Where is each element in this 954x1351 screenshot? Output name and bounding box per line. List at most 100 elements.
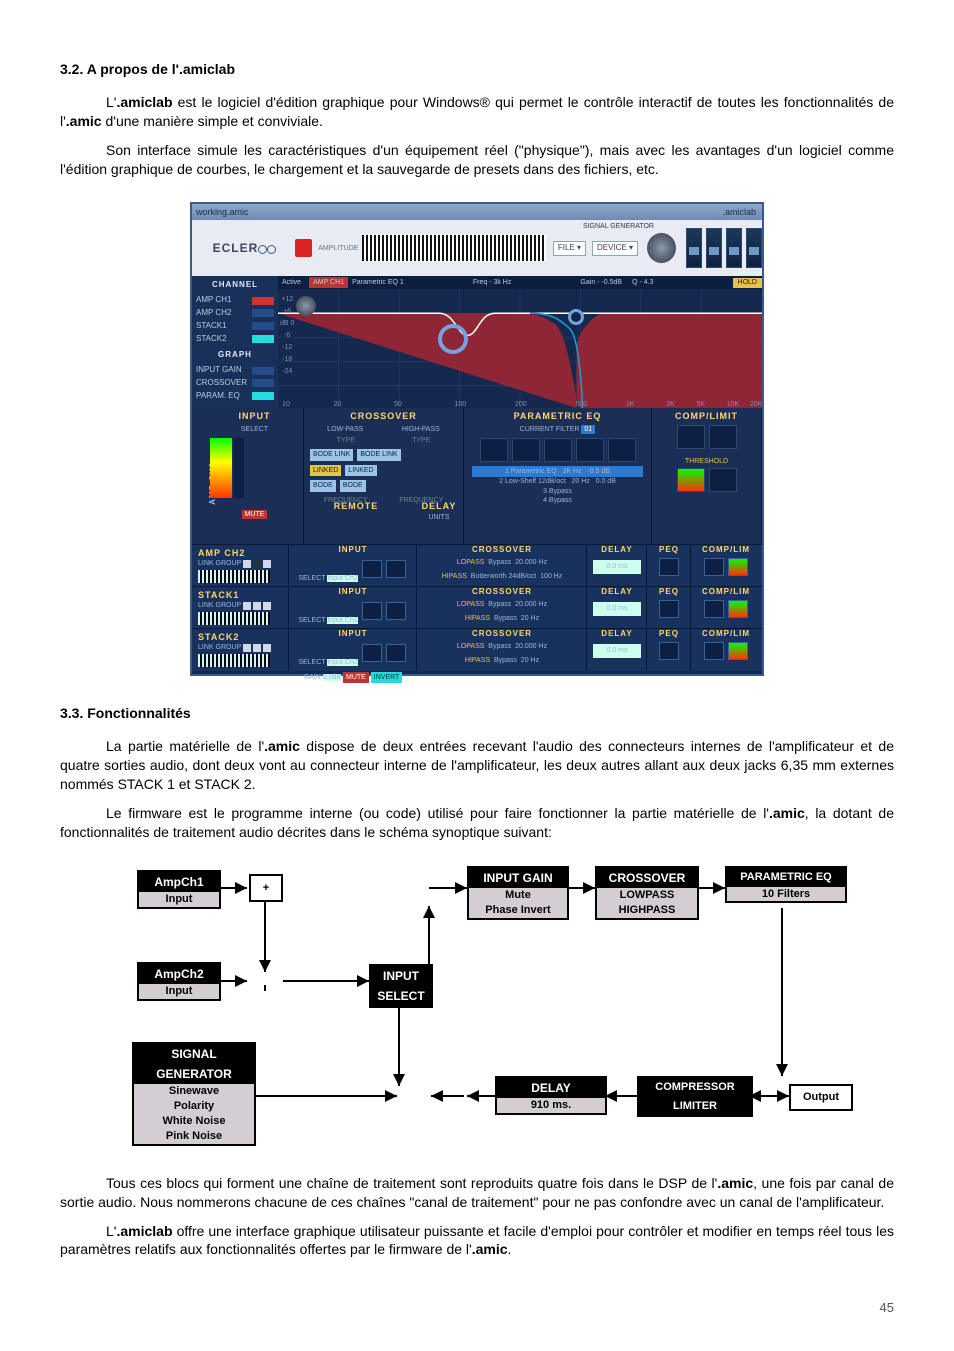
device-dropdown[interactable]: DEVICE ▾ xyxy=(592,241,638,256)
q-readout: Q - 4.3 xyxy=(622,278,663,287)
tiny-knob[interactable] xyxy=(362,644,382,662)
seg-title: CROSSOVER xyxy=(417,629,587,640)
mute-chip[interactable]: MUTE xyxy=(343,672,369,683)
peq-icon[interactable] xyxy=(659,600,679,618)
level-meter xyxy=(362,235,546,261)
gr-meter xyxy=(677,468,705,492)
db-scale: +12+6dB 0-6-12-18-24 xyxy=(280,294,294,378)
tiny-knob[interactable] xyxy=(362,560,382,578)
comp-knob[interactable] xyxy=(709,425,737,449)
delay-value[interactable]: 0.0 ms xyxy=(593,644,641,657)
strip-delay: DELAY0.0 ms xyxy=(586,545,647,587)
eq-knob[interactable] xyxy=(480,438,508,462)
invert-chip[interactable]: INVERT xyxy=(371,672,403,683)
sel-label: SELECT xyxy=(298,575,325,582)
delay-value[interactable]: 0.0 ms xyxy=(593,602,641,615)
mute-button[interactable]: MUTE xyxy=(242,510,268,519)
t: Le firmware est le programme interne (ou… xyxy=(106,805,769,821)
amiclab-badge: .amiclab xyxy=(722,204,756,220)
eq-plot[interactable]: Active AMP CH1 Parametric EQ 1 Freq - 3k… xyxy=(278,276,762,408)
type-value: Butterworth 24dB/oct xyxy=(471,573,536,580)
crossover-box: CROSSOVER LOWPASS HIGHPASS xyxy=(595,866,699,920)
ampch2-box: AmpCh2 Input xyxy=(137,962,221,1001)
bodelink-chip[interactable]: BODE LINK xyxy=(357,449,400,460)
sel-value[interactable]: Input Ch2 xyxy=(327,575,357,582)
para-3-2-2: Son interface simule les caractéristique… xyxy=(60,141,894,179)
link-group[interactable]: LINK GROUP xyxy=(198,643,271,652)
eq-row[interactable]: 2 Low-Shelf 12dB/oct 20 Hz 0.0 dB xyxy=(472,477,643,486)
type-value: Bypass xyxy=(488,559,511,566)
aside-row[interactable]: AMP CH2 xyxy=(196,308,274,319)
t: d'une manière simple et conviviale. xyxy=(102,113,323,129)
amic-ref: .amic xyxy=(717,1175,753,1191)
svg-text:50: 50 xyxy=(394,401,402,408)
input-fader-track[interactable] xyxy=(234,438,244,498)
eq-knob[interactable] xyxy=(544,438,572,462)
aside-label: AMP CH1 xyxy=(196,295,231,306)
comp-icon[interactable] xyxy=(704,642,724,660)
aside-row[interactable]: PARAM. EQ xyxy=(196,391,274,402)
aside-row[interactable]: AMP CH1 xyxy=(196,295,274,306)
window-title: working.amic xyxy=(196,207,249,217)
strip-delay: DELAY 0.0 ms xyxy=(586,587,647,629)
tiny-knob[interactable] xyxy=(386,644,406,662)
link-group-label: LINK GROUP xyxy=(198,601,241,610)
seg-title: PEQ xyxy=(647,629,691,640)
box-title-l2: LIMITER xyxy=(639,1097,751,1116)
aside-row[interactable]: STACK2 xyxy=(196,334,274,345)
comp-knob[interactable] xyxy=(677,425,705,449)
strip-peq: PEQ xyxy=(646,587,691,629)
eq-knob[interactable] xyxy=(576,438,604,462)
tiny-knob[interactable] xyxy=(362,602,382,620)
link-box xyxy=(253,560,261,568)
aside-row[interactable]: INPUT GAIN xyxy=(196,365,274,376)
fader[interactable] xyxy=(686,228,702,268)
switch-icon xyxy=(252,309,274,317)
strip-meter xyxy=(198,612,270,625)
tiny-knob[interactable] xyxy=(386,560,406,578)
link-group[interactable]: LINK GROUP xyxy=(198,601,271,610)
fader[interactable] xyxy=(706,228,722,268)
peq-icon[interactable] xyxy=(659,642,679,660)
gr-icon xyxy=(728,558,748,576)
tiny-knob[interactable] xyxy=(386,602,406,620)
linked-chip[interactable]: LINKED xyxy=(310,465,341,476)
hold-button[interactable]: HOLD xyxy=(733,278,762,288)
bodelink-chip[interactable]: BODE LINK xyxy=(310,449,353,460)
seg-title: CROSSOVER xyxy=(417,545,587,556)
fader[interactable] xyxy=(726,228,742,268)
bode-chip[interactable]: BODE xyxy=(340,480,366,491)
gain-value[interactable]: 0.0dB xyxy=(323,674,341,681)
eq-knob[interactable] xyxy=(608,438,636,462)
link-group[interactable]: LINK GROUP xyxy=(198,559,271,568)
brand-text: ECLER xyxy=(213,241,259,255)
eq-knob[interactable] xyxy=(512,438,540,462)
eq-row-active[interactable]: 1 Parametric EQ 3K Hz -0.5 dB xyxy=(472,466,643,477)
file-dropdown[interactable]: FILE ▾ xyxy=(553,241,586,256)
eq-row[interactable]: 3 Bypass xyxy=(472,487,643,496)
filter-num[interactable]: 01 xyxy=(581,425,595,434)
delay-title: DELAY xyxy=(410,500,468,512)
page-number: 45 xyxy=(880,1299,894,1317)
aside-row[interactable]: STACK1 xyxy=(196,321,274,332)
para-3-3-1: La partie matérielle de l'.amic dispose … xyxy=(60,737,894,794)
lopass-label: LOPASS xyxy=(457,559,485,566)
fader[interactable] xyxy=(746,228,762,268)
comp-knob[interactable] xyxy=(709,468,737,492)
aside-row[interactable]: CROSSOVER xyxy=(196,378,274,389)
siggen-knob[interactable] xyxy=(647,233,676,263)
seg-title: DELAY xyxy=(587,587,647,598)
sel-value[interactable]: Input Ch2 xyxy=(327,659,357,666)
sel-value[interactable]: Input Ch1 xyxy=(327,617,357,624)
eq-row[interactable]: 4 Bypass xyxy=(472,496,643,505)
aside-label: AMP CH2 xyxy=(196,308,231,319)
bode-chip[interactable]: BODE xyxy=(310,480,336,491)
linked-chip[interactable]: LINKED xyxy=(345,465,376,476)
svg-text:10: 10 xyxy=(282,401,290,408)
peq-icon[interactable] xyxy=(659,558,679,576)
comp-icon[interactable] xyxy=(704,600,724,618)
current-filter-label: CURRENT FILTER xyxy=(520,426,580,433)
delay-value[interactable]: 0.0 ms xyxy=(593,560,641,573)
link-box xyxy=(243,602,251,610)
comp-icon[interactable] xyxy=(704,558,724,576)
